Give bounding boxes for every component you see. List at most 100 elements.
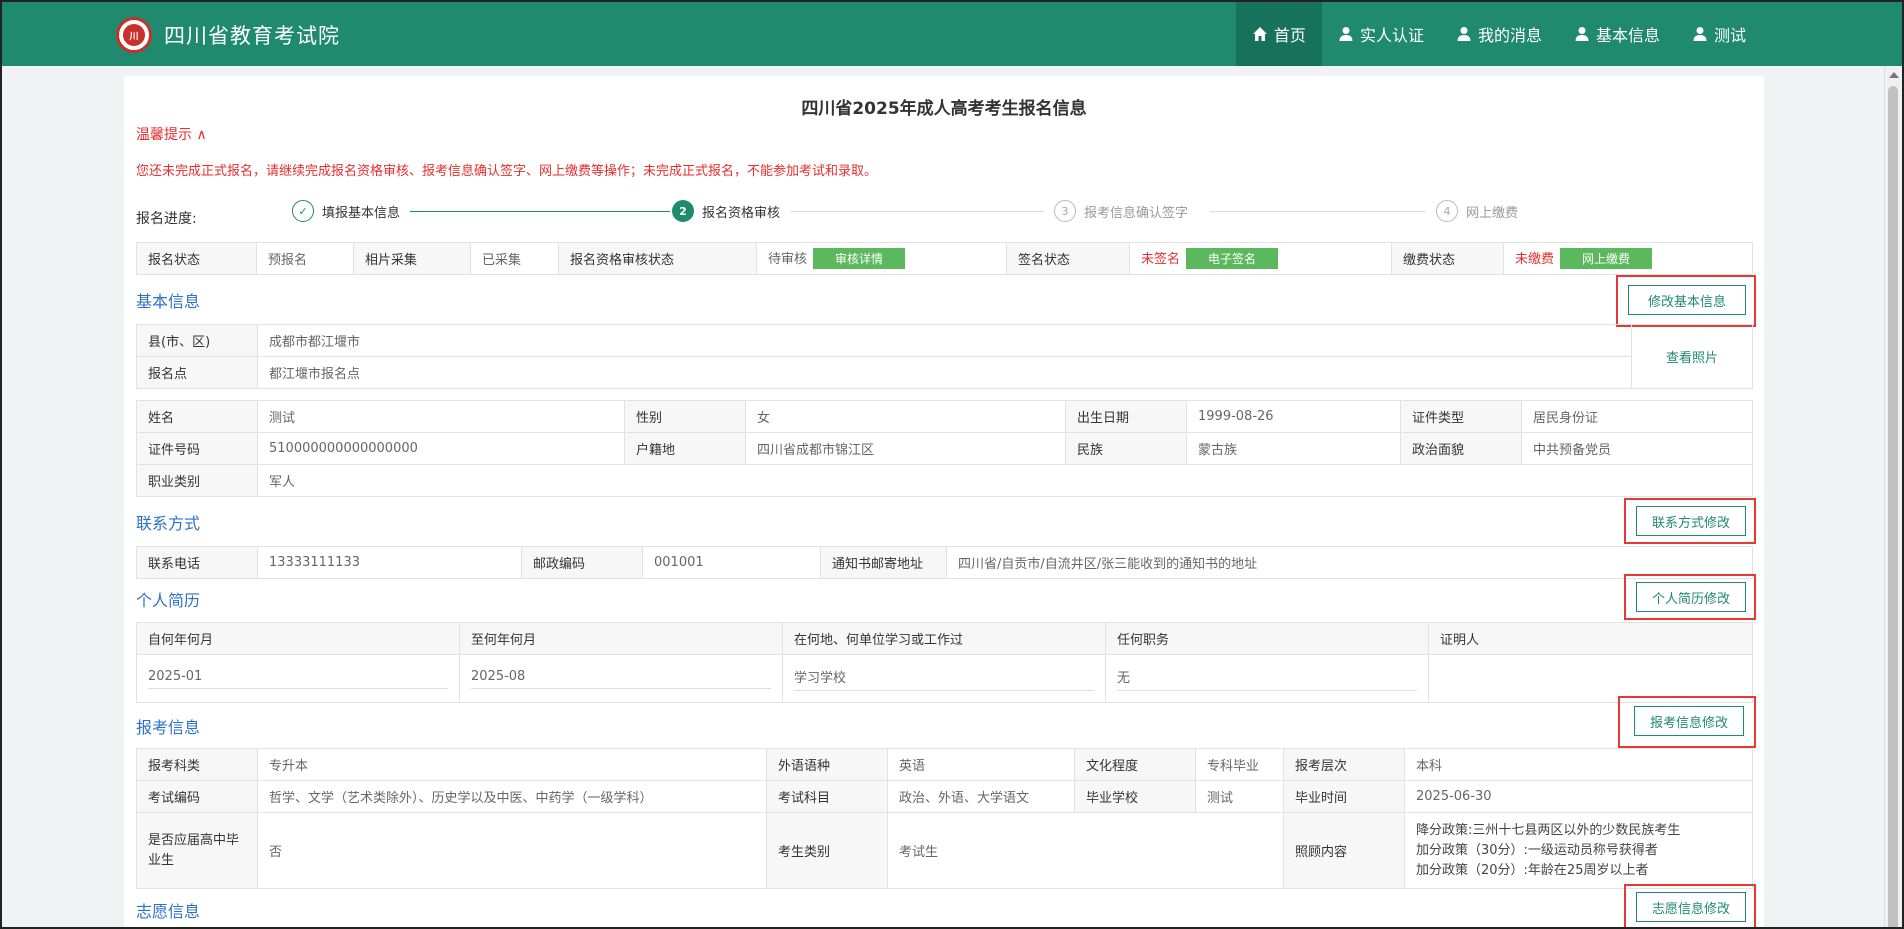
politic-value: 中共预备党员 — [1521, 432, 1753, 465]
site-value: 都江堰市报名点 — [257, 356, 1632, 389]
edit-wish-button[interactable]: 志愿信息修改 — [1636, 892, 1746, 922]
phone-label: 联系电话 — [136, 546, 258, 579]
nav-user-label: 测试 — [1713, 26, 1746, 45]
nav-home[interactable]: 首页 — [1235, 2, 1322, 66]
main-nav: 首页 实人认证 我的消息 基本信息 测试 — [1235, 2, 1762, 66]
edit-exam-button[interactable]: 报考信息修改 — [1634, 706, 1744, 736]
audit-status-value: 待审核 — [768, 252, 808, 267]
care-item: 加分政策（20分）:年龄在25周岁以上者 — [1416, 862, 1649, 878]
edit-contact-button[interactable]: 联系方式修改 — [1636, 506, 1746, 536]
school-label: 毕业学校 — [1074, 780, 1196, 813]
hukou-value: 四川省成都市锦江区 — [745, 432, 1066, 465]
step-line-3 — [1210, 211, 1426, 212]
nav-basic-info[interactable]: 基本信息 — [1558, 2, 1676, 66]
online-pay-button[interactable]: 网上缴费 — [1560, 248, 1653, 269]
registration-card: 四川省2025年成人高考考生报名信息 温馨提示 ∧ 您还未完成正式报名，请继续完… — [124, 76, 1764, 927]
nation-label: 民族 — [1065, 432, 1187, 465]
edit-contact-highlight: 联系方式修改 — [1624, 498, 1756, 544]
edit-basic-highlight: 修改基本信息 — [1616, 275, 1756, 327]
zip-value: 001001 — [642, 546, 821, 579]
audit-status-cell: 待审核 审核详情 — [756, 242, 1007, 275]
edit-resume-highlight: 个人简历修改 — [1624, 574, 1756, 620]
hukou-label: 户籍地 — [624, 432, 746, 465]
tip-toggle[interactable]: 温馨提示 ∧ — [136, 124, 207, 144]
idtype-label: 证件类型 — [1400, 400, 1522, 433]
edit-basic-button[interactable]: 修改基本信息 — [1628, 285, 1746, 315]
step-3-label: 报考信息确认签字 — [1084, 205, 1189, 221]
status-label: 报名状态 — [136, 242, 257, 275]
nav-user[interactable]: 测试 — [1676, 2, 1762, 66]
resume-from: 2025-01 — [136, 654, 460, 703]
grad-time-label: 毕业时间 — [1283, 780, 1405, 813]
section-basic-title: 基本信息 — [136, 292, 201, 311]
brand-title: 四川省教育考试院 — [164, 24, 340, 48]
check-icon: ✓ — [292, 200, 314, 222]
candidate-type-label: 考生类别 — [766, 812, 888, 889]
step-3: 3 报考信息确认签字 — [1054, 200, 1188, 222]
scroll-thumb[interactable] — [1888, 86, 1898, 927]
county-value: 成都市都江堰市 — [257, 324, 1632, 357]
step-line-2 — [790, 211, 1044, 212]
photo-status-value: 已采集 — [470, 242, 559, 275]
exam-code-label: 考试编码 — [136, 780, 258, 813]
step-line-1 — [410, 211, 670, 212]
resume-duty: 无 — [1105, 654, 1429, 703]
step-1: ✓ 填报基本信息 — [292, 200, 400, 222]
nav-basic-info-label: 基本信息 — [1595, 26, 1660, 45]
nav-messages[interactable]: 我的消息 — [1440, 2, 1558, 66]
exam-table: 报考科类 专升本 外语语种 英语 文化程度 专科毕业 报考层次 本科 考试编码 … — [136, 748, 1753, 889]
view-photo-link[interactable]: 查看照片 — [1666, 351, 1718, 366]
pay-status-label: 缴费状态 — [1391, 242, 1504, 275]
job-value: 军人 — [257, 464, 1753, 497]
exam-code-value: 哲学、文学（艺术类除外）、历史学以及中医、中药学（一级学科） — [257, 780, 767, 813]
resume-table: 自何年何月 至何年何月 在何地、何单位学习或工作过 任何职务 证明人 2025-… — [136, 622, 1753, 703]
edit-exam-highlight: 报考信息修改 — [1618, 696, 1756, 748]
job-label: 职业类别 — [136, 464, 258, 497]
school-value: 测试 — [1195, 780, 1284, 813]
language-label: 外语语种 — [766, 748, 888, 781]
grad-time-value: 2025-06-30 — [1404, 780, 1753, 813]
brand[interactable]: 川 四川省教育考试院 — [116, 17, 340, 53]
edit-resume-button[interactable]: 个人简历修改 — [1636, 582, 1746, 612]
page-scrollbar[interactable] — [1884, 66, 1902, 927]
basic-location-table: 县(市、区) 成都市都江堰市 查看照片 报名点 都江堰市报名点 — [136, 324, 1753, 389]
section-contact-title: 联系方式 — [136, 514, 201, 533]
phone-value: 13333111133 — [257, 546, 522, 579]
photo-status-label: 相片采集 — [353, 242, 471, 275]
resume-place: 学习学校 — [782, 654, 1106, 703]
progress-label: 报名进度: — [136, 211, 197, 227]
name-value: 测试 — [257, 400, 625, 433]
education-value: 专科毕业 — [1195, 748, 1284, 781]
fresh-grad-label: 是否应届高中毕业生 — [136, 812, 258, 889]
section-resume-title: 个人简历 — [136, 591, 201, 610]
status-table: 报名状态 预报名 相片采集 已采集 报名资格审核状态 待审核 审核详情 签名状态 … — [136, 242, 1753, 275]
step-2: 2 报名资格审核 — [672, 200, 780, 222]
audit-detail-button[interactable]: 审核详情 — [813, 248, 906, 269]
nav-real-auth[interactable]: 实人认证 — [1322, 2, 1440, 66]
contact-table: 联系电话 13333111133 邮政编码 001001 通知书邮寄地址 四川省… — [136, 546, 1753, 579]
candidate-type-value: 考试生 — [887, 812, 1284, 889]
user-icon — [1693, 27, 1707, 41]
audit-status-label: 报名资格审核状态 — [558, 242, 757, 275]
id-value: 510000000000000000 — [257, 432, 625, 465]
subject-value: 专升本 — [257, 748, 767, 781]
level-label: 报考层次 — [1283, 748, 1405, 781]
care-value: 降分政策:三州十七县两区以外的少数民族考生 加分政策（30分）:一级运动员称号获… — [1404, 812, 1753, 889]
top-navbar: 川 四川省教育考试院 首页 实人认证 我的消息 基本信息 测试 — [2, 2, 1902, 66]
sign-status-value: 未签名 — [1141, 252, 1181, 267]
e-sign-button[interactable]: 电子签名 — [1186, 248, 1279, 269]
politic-label: 政治面貌 — [1400, 432, 1522, 465]
pay-status-value: 未缴费 — [1515, 252, 1555, 267]
browser-frame: 川 四川省教育考试院 首页 实人认证 我的消息 基本信息 测试 四川省2025年… — [0, 0, 1904, 929]
status-value: 预报名 — [256, 242, 354, 275]
home-icon — [1252, 27, 1267, 41]
course-value: 政治、外语、大学语文 — [887, 780, 1075, 813]
scroll-up-arrow-icon[interactable] — [1889, 72, 1899, 78]
county-label: 县(市、区) — [136, 324, 258, 357]
step-4-label: 网上缴费 — [1466, 205, 1519, 221]
basic-person-table: 姓名 测试 性别 女 出生日期 1999-08-26 证件类型 居民身份证 证件… — [136, 400, 1753, 497]
logo-icon: 川 — [116, 17, 152, 53]
tip-text: 您还未完成正式报名，请继续完成报名资格审核、报考信息确认签字、网上缴费等操作；未… — [136, 164, 878, 179]
birth-value: 1999-08-26 — [1186, 400, 1401, 433]
level-value: 本科 — [1404, 748, 1753, 781]
